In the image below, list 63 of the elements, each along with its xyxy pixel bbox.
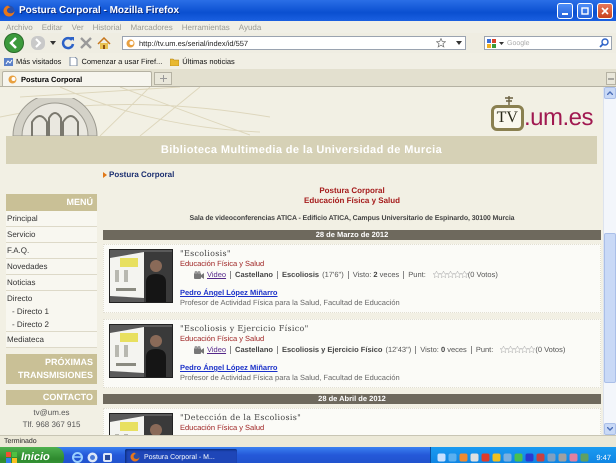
close-icon bbox=[600, 6, 610, 16]
window-title: Postura Corporal - Mozilla Firefox bbox=[19, 5, 180, 16]
camera-icon bbox=[194, 270, 204, 278]
menu-link[interactable]: Mediateca bbox=[6, 332, 97, 348]
menu-link[interactable]: Novedades bbox=[6, 259, 97, 275]
folder-icon bbox=[170, 56, 180, 66]
desktop-icon[interactable] bbox=[102, 452, 113, 462]
bookmark-star-icon[interactable] bbox=[436, 38, 446, 48]
dash-icon bbox=[608, 76, 614, 80]
page-icon bbox=[69, 56, 78, 66]
chevron-up-icon bbox=[607, 91, 613, 95]
minimize-icon bbox=[562, 12, 568, 14]
menu-link[interactable]: Servicio bbox=[6, 227, 97, 243]
back-button[interactable] bbox=[4, 33, 26, 53]
section-heading: CONTACTO bbox=[6, 390, 97, 405]
camera-icon bbox=[194, 346, 204, 354]
plus-icon bbox=[160, 75, 166, 82]
menu-link[interactable]: F.A.Q. bbox=[6, 243, 97, 259]
antenna-icon bbox=[502, 95, 515, 105]
caret-icon[interactable] bbox=[456, 40, 462, 46]
scrollbar-thumb[interactable] bbox=[604, 233, 616, 383]
contact-text: Tlf. 968 367 915 bbox=[22, 419, 82, 431]
menu-link[interactable]: Principal bbox=[6, 211, 97, 227]
forward-button[interactable] bbox=[31, 35, 45, 51]
minimize-button[interactable] bbox=[557, 2, 573, 18]
menu-heading: MENÚ bbox=[6, 194, 97, 211]
maximize-icon bbox=[580, 6, 590, 16]
history-dropdown-button[interactable] bbox=[50, 40, 56, 46]
video-title: "Escoliosis" bbox=[180, 249, 232, 259]
contact-text: tv@um.es bbox=[32, 407, 71, 419]
start-button[interactable]: Inicio bbox=[0, 447, 64, 463]
logo-domain-text: .um.es bbox=[524, 105, 593, 131]
video-title: "Escoliosis y Ejercicio Físico" bbox=[180, 324, 310, 334]
menu-link[interactable]: - Directo 1 bbox=[7, 305, 97, 318]
windows-flag-icon bbox=[6, 452, 17, 462]
search-engine-icon[interactable] bbox=[487, 38, 496, 48]
bookmark-list-icon bbox=[4, 56, 13, 66]
serial-title: Postura Corporal bbox=[318, 186, 386, 196]
scrollbar[interactable] bbox=[603, 87, 616, 435]
serial-subtitle: Educación Física y Salud bbox=[302, 196, 402, 206]
chevron-down-icon bbox=[607, 427, 613, 431]
close-button[interactable] bbox=[597, 2, 613, 18]
scroll-up-button[interactable] bbox=[604, 87, 616, 99]
search-icon[interactable] bbox=[599, 38, 609, 48]
section-heading: PRÓXIMAS TRANSMISIONES bbox=[6, 354, 97, 384]
scroll-down-button[interactable] bbox=[604, 423, 616, 435]
tab-list-button[interactable] bbox=[606, 72, 616, 85]
stop-button[interactable] bbox=[80, 37, 92, 49]
menu-link[interactable]: - Directo 2 bbox=[7, 318, 97, 331]
banner-title: Biblioteca Multimedia de la Universidad de Murcia bbox=[6, 136, 597, 164]
new-tab-button[interactable] bbox=[154, 72, 172, 85]
video-title: "Detección de la Escoliosis" bbox=[180, 413, 302, 423]
site-icon bbox=[8, 74, 17, 84]
caret-icon[interactable] bbox=[499, 40, 504, 46]
maximize-button[interactable] bbox=[577, 2, 593, 18]
breadcrumb-text: Postura Corporal bbox=[109, 170, 174, 179]
bullet-arrow-icon bbox=[103, 172, 107, 178]
menu-link[interactable]: Noticias bbox=[6, 275, 97, 291]
home-button[interactable] bbox=[97, 36, 111, 50]
reload-button[interactable] bbox=[61, 36, 75, 50]
site-icon bbox=[126, 38, 135, 48]
menu-link[interactable]: Directo bbox=[7, 292, 97, 305]
logo-tv-text: TV bbox=[490, 105, 524, 131]
